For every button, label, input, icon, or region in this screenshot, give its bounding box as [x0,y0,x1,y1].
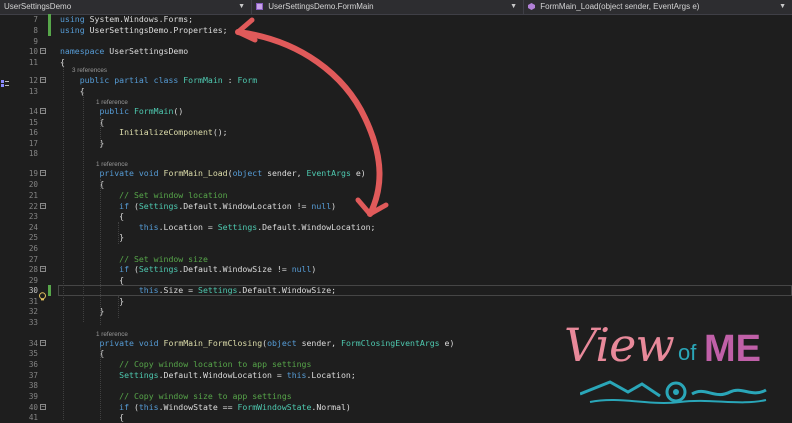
line-number: 26 [28,244,38,253]
line-number: 33 [28,318,38,327]
code-text: private void FormMain_Load(object sender… [99,168,366,178]
chevron-down-icon: ▼ [779,3,786,10]
code-text: using System.Windows.Forms; [60,14,194,24]
code-text: { [60,412,125,422]
member-dropdown[interactable]: FormMain_Load(object sender, EventArgs e… [524,0,792,14]
line-number: 19 [28,169,38,178]
code-line[interactable]: 7 using System.Windows.Forms; [0,14,792,25]
collapse-icon[interactable]: − [40,48,46,54]
mountain-wave-icon [580,380,767,404]
collapse-icon[interactable]: − [40,404,46,410]
code-text: public FormMain() [99,106,184,116]
code-line[interactable]: 28− if (Settings.Default.WindowSize != n… [0,264,792,275]
change-indicator [48,14,51,36]
class-dropdown-label: UserSettingsDemo.FormMain [268,2,374,11]
code-text: // Copy window size to app settings [119,391,292,401]
method-icon [528,1,535,10]
code-text: { [60,211,125,221]
line-number: 41 [28,413,38,422]
code-line[interactable]: 19− private void FormMain_Load(object se… [0,168,792,179]
implementation-marker-icon [0,74,12,87]
codelens-references[interactable]: 1 reference [96,160,128,169]
navigation-bar: UserSettingsDemo ▼ UserSettingsDemo.Form… [0,0,792,15]
indent-guide [100,117,101,147]
line-number: 30 [28,286,38,295]
code-text: if (Settings.Default.WindowSize != null) [119,264,317,274]
code-line[interactable]: 20 { [0,179,792,190]
logo-word-of: of [678,340,697,365]
line-number: 13 [28,87,38,96]
project-dropdown[interactable]: UserSettingsDemo ▼ [0,0,252,14]
code-line[interactable]: 11{ [0,57,792,68]
code-line[interactable]: 14− public FormMain() [0,106,792,117]
line-number: 7 [33,15,38,24]
code-line[interactable]: 10− namespace UserSettingsDemo [0,46,792,57]
code-line[interactable]: 23 { [0,211,792,222]
line-number: 32 [28,307,38,316]
line-number: 39 [28,392,38,401]
class-dropdown[interactable]: UserSettingsDemo.FormMain ▼ [252,0,524,14]
indent-guide [118,296,119,318]
code-text: InitializeComponent(); [119,127,228,137]
line-number: 10 [28,47,38,56]
view-of-me-logo: View of ME [560,318,770,410]
current-line-highlight [58,285,792,296]
line-number: 20 [28,180,38,189]
code-line[interactable]: 18 [0,148,792,159]
collapse-icon[interactable]: − [40,77,46,83]
code-line[interactable]: 41 { [0,412,792,423]
indent-guide [100,179,101,325]
line-number: 18 [28,149,38,158]
code-text: } [60,232,125,242]
code-line[interactable]: 12− public partial class FormMain : Form [0,75,792,86]
line-number: 12 [28,76,38,85]
code-text: // Set window location [119,190,228,200]
indent-guide [63,62,64,420]
codelens-references[interactable]: 1 reference [96,330,128,339]
change-indicator [48,285,51,296]
code-line[interactable]: 21 // Set window location [0,190,792,201]
line-number: 25 [28,233,38,242]
indent-guide [118,222,119,244]
collapse-icon[interactable]: − [40,340,46,346]
code-text: public partial class FormMain : Form [79,75,258,85]
logo-word-view: View [564,318,675,372]
code-text: namespace UserSettingsDemo [60,46,189,56]
line-number: 23 [28,212,38,221]
code-text: { [60,348,105,358]
line-number: 28 [28,265,38,274]
collapse-icon[interactable]: − [40,266,46,272]
line-number: 38 [28,381,38,390]
indent-guide [83,92,84,322]
project-dropdown-label: UserSettingsDemo [4,2,72,11]
collapse-icon[interactable]: − [40,170,46,176]
code-line[interactable]: 26 [0,243,792,254]
line-number: 16 [28,128,38,137]
lightbulb-icon[interactable] [38,286,47,301]
codelens-references[interactable]: 3 references [72,66,107,75]
chevron-down-icon: ▼ [238,3,245,10]
code-line[interactable]: 16 InitializeComponent(); [0,127,792,138]
logo-word-me: ME [704,328,761,370]
line-number: 21 [28,191,38,200]
codelens-references[interactable]: 1 reference [96,98,128,107]
code-text: using UserSettingsDemo.Properties; [60,25,228,35]
code-line[interactable]: 8 using UserSettingsDemo.Properties; [0,25,792,36]
collapse-icon[interactable]: − [40,203,46,209]
line-number: 8 [33,26,38,35]
collapse-icon[interactable]: − [40,108,46,114]
line-number: 14 [28,107,38,116]
chevron-down-icon: ▼ [510,3,517,10]
code-line[interactable]: 13 { [0,86,792,97]
member-dropdown-label: FormMain_Load(object sender, EventArgs e… [540,2,700,11]
code-text: // Copy window location to app settings [119,359,312,369]
line-number: 35 [28,349,38,358]
line-number: 11 [28,58,38,67]
class-icon [256,1,263,10]
indent-guide [100,348,101,420]
line-number: 36 [28,360,38,369]
